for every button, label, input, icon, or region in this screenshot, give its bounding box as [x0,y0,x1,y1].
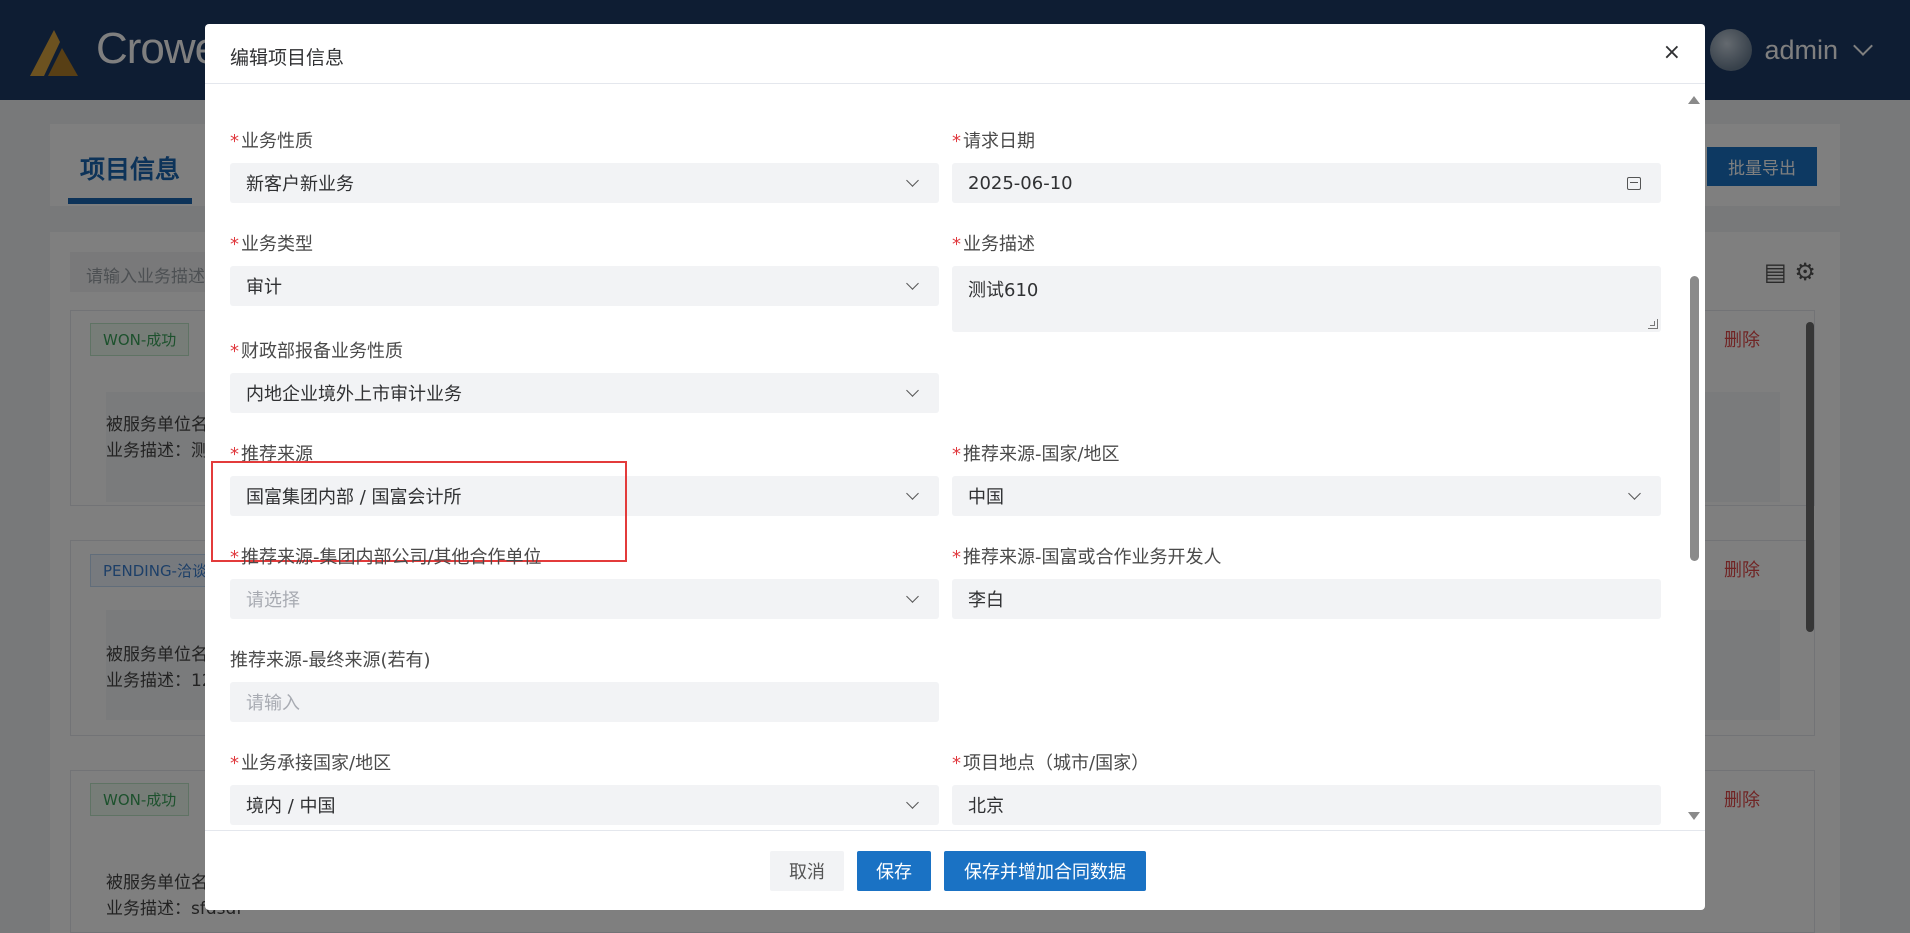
referral-final-label: 推荐来源-最终来源(若有) [230,646,431,672]
label-text: 推荐来源-集团内部公司/其他合作单位 [241,547,542,568]
input-value: 李白 [968,590,1004,611]
select-placeholder: 请选择 [246,590,300,611]
close-icon[interactable]: × [1663,40,1681,65]
required-mark: * [230,753,239,774]
label-text: 业务类型 [241,234,313,255]
label-text: 请求日期 [963,131,1035,152]
required-mark: * [952,547,961,568]
required-mark: * [952,131,961,152]
required-mark: * [230,131,239,152]
required-mark: * [230,234,239,255]
chevron-down-icon [906,796,919,809]
dialog-title: 编辑项目信息 [230,47,345,69]
select-value: 内地企业境外上市审计业务 [246,384,462,405]
business-type-label: * 业务类型 [230,230,313,256]
save-and-add-contract-button[interactable]: 保存并增加合同数据 [944,851,1146,891]
textarea-value: 测试610 [968,280,1039,301]
project-location-label: * 项目地点（城市/国家） [952,749,1149,775]
referral-final-input[interactable]: 请输入 [230,682,939,722]
dialog-scrollbar[interactable] [1690,276,1699,561]
label-text: 推荐来源-国富或合作业务开发人 [963,547,1222,568]
select-value: 审计 [246,277,282,298]
save-button[interactable]: 保存 [857,851,931,891]
required-mark: * [230,341,239,362]
required-mark: * [952,753,961,774]
label-text: 业务性质 [241,131,313,152]
label-text: 推荐来源-最终来源(若有) [230,650,431,671]
chevron-down-icon [906,174,919,187]
service-country-cascader[interactable]: 境内 / 中国 [230,785,939,825]
scroll-up-arrow-icon[interactable] [1688,96,1700,104]
select-value: 中国 [968,487,1004,508]
referral-country-select[interactable]: 中国 [952,476,1661,516]
business-nature-select[interactable]: 新客户新业务 [230,163,939,203]
referral-company-select[interactable]: 请选择 [230,579,939,619]
business-desc-label: * 业务描述 [952,230,1035,256]
referral-company-label: * 推荐来源-集团内部公司/其他合作单位 [230,543,542,569]
required-mark: * [952,444,961,465]
chevron-down-icon [1628,487,1641,500]
select-value: 境内 / 中国 [246,796,336,817]
select-value: 新客户新业务 [246,174,354,195]
chevron-down-icon [906,277,919,290]
label-text: 业务描述 [963,234,1035,255]
referral-developer-input[interactable]: 李白 [952,579,1661,619]
label-text: 财政部报备业务性质 [241,341,403,362]
chevron-down-icon [906,384,919,397]
input-placeholder: 请输入 [246,693,300,714]
scroll-down-arrow-icon[interactable] [1688,812,1700,820]
resize-handle-icon[interactable] [1648,319,1658,329]
dialog-body: * 业务性质 新客户新业务 * 请求日期 2025-06-10 * 业务类型 审计 *… [205,85,1705,830]
label-text: 推荐来源-国家/地区 [963,444,1120,465]
date-value: 2025-06-10 [968,172,1073,194]
referral-developer-label: * 推荐来源-国富或合作业务开发人 [952,543,1222,569]
mof-nature-label: * 财政部报备业务性质 [230,337,403,363]
required-mark: * [230,547,239,568]
business-desc-textarea[interactable]: 测试610 [952,266,1661,332]
referral-country-label: * 推荐来源-国家/地区 [952,440,1120,466]
business-type-select[interactable]: 审计 [230,266,939,306]
business-nature-label: * 业务性质 [230,127,313,153]
label-text: 业务承接国家/地区 [241,753,392,774]
edit-project-dialog: 编辑项目信息 × * 业务性质 新客户新业务 * 请求日期 2025-06-10 *… [205,24,1705,910]
required-mark: * [952,234,961,255]
calendar-icon[interactable] [1627,176,1641,190]
mof-nature-select[interactable]: 内地企业境外上市审计业务 [230,373,939,413]
cancel-button[interactable]: 取消 [770,851,844,891]
request-date-picker[interactable]: 2025-06-10 [952,163,1661,203]
label-text: 项目地点（城市/国家） [963,753,1150,774]
chevron-down-icon [906,590,919,603]
input-value: 北京 [968,796,1004,817]
service-country-label: * 业务承接国家/地区 [230,749,391,775]
request-date-label: * 请求日期 [952,127,1035,153]
chevron-down-icon [906,487,919,500]
project-location-input[interactable]: 北京 [952,785,1661,825]
dialog-header: 编辑项目信息 × [205,24,1705,84]
